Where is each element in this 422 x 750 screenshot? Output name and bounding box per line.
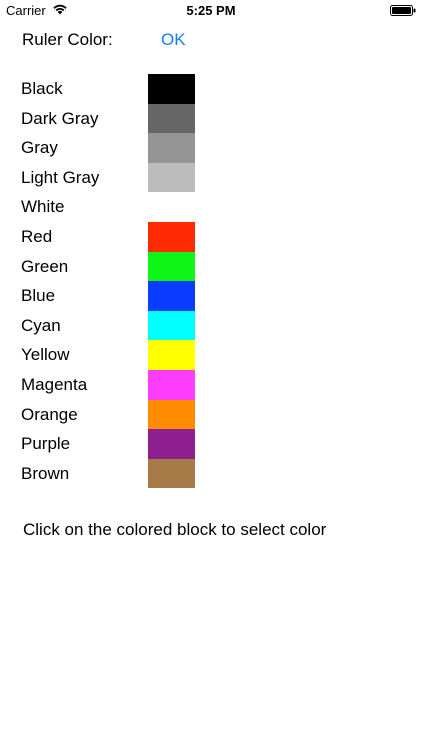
color-name: Black bbox=[21, 79, 63, 98]
color-swatch[interactable] bbox=[148, 340, 195, 370]
color-swatch[interactable] bbox=[148, 399, 195, 430]
color-swatch[interactable] bbox=[148, 192, 195, 222]
color-row: Blue bbox=[0, 281, 422, 311]
ruler-color-label: Ruler Color: bbox=[22, 30, 113, 49]
color-swatch[interactable] bbox=[148, 310, 195, 341]
color-row: Yellow bbox=[0, 340, 422, 370]
color-name: Purple bbox=[21, 434, 71, 454]
color-swatch[interactable] bbox=[148, 429, 195, 459]
color-swatch[interactable] bbox=[148, 74, 195, 104]
color-name: Light Gray bbox=[21, 167, 100, 187]
status-bar: Carrier 5:25 PM bbox=[0, 0, 422, 22]
color-row: Gray bbox=[0, 133, 422, 163]
color-swatch[interactable] bbox=[148, 458, 195, 489]
color-row: Dark Gray bbox=[0, 103, 422, 134]
color-name: Yellow bbox=[21, 345, 70, 365]
color-swatch[interactable] bbox=[148, 369, 195, 400]
color-row: Cyan bbox=[0, 310, 422, 341]
status-time: 5:25 PM bbox=[186, 3, 236, 18]
color-swatch[interactable] bbox=[148, 221, 195, 252]
color-name: White bbox=[21, 197, 65, 217]
color-swatch[interactable] bbox=[148, 251, 195, 282]
color-name: Dark Gray bbox=[21, 108, 99, 128]
color-name: Orange bbox=[21, 404, 78, 424]
color-row: Green bbox=[0, 251, 422, 282]
ruler-color-screen: Carrier 5:25 PM Ruler Color: OK Black Dar… bbox=[0, 0, 422, 750]
color-name: Red bbox=[21, 226, 53, 246]
color-swatch[interactable] bbox=[148, 133, 195, 163]
color-row: Magenta bbox=[0, 369, 422, 400]
color-name: Magenta bbox=[21, 374, 88, 394]
color-name: Cyan bbox=[21, 315, 61, 335]
color-name: Gray bbox=[21, 138, 58, 158]
color-swatch[interactable] bbox=[148, 103, 195, 134]
color-row: Red bbox=[0, 221, 422, 252]
ok-button[interactable]: OK bbox=[161, 29, 186, 51]
color-list: Black Dark Gray Gray Light Gray White Red Gree… bbox=[0, 74, 422, 489]
color-swatch[interactable] bbox=[148, 162, 195, 193]
color-swatch[interactable] bbox=[148, 281, 195, 311]
battery-icon bbox=[390, 5, 416, 16]
color-row: White bbox=[0, 192, 422, 222]
color-name: Green bbox=[21, 256, 69, 276]
color-row: Purple bbox=[0, 429, 422, 459]
color-row: Brown bbox=[0, 458, 422, 489]
color-row: Black bbox=[0, 74, 422, 104]
color-row: Orange bbox=[0, 399, 422, 430]
instruction-text: Click on the colored block to select col… bbox=[23, 520, 327, 539]
color-name: Brown bbox=[21, 463, 70, 483]
color-name: Blue bbox=[21, 286, 56, 306]
color-row: Light Gray bbox=[0, 162, 422, 193]
